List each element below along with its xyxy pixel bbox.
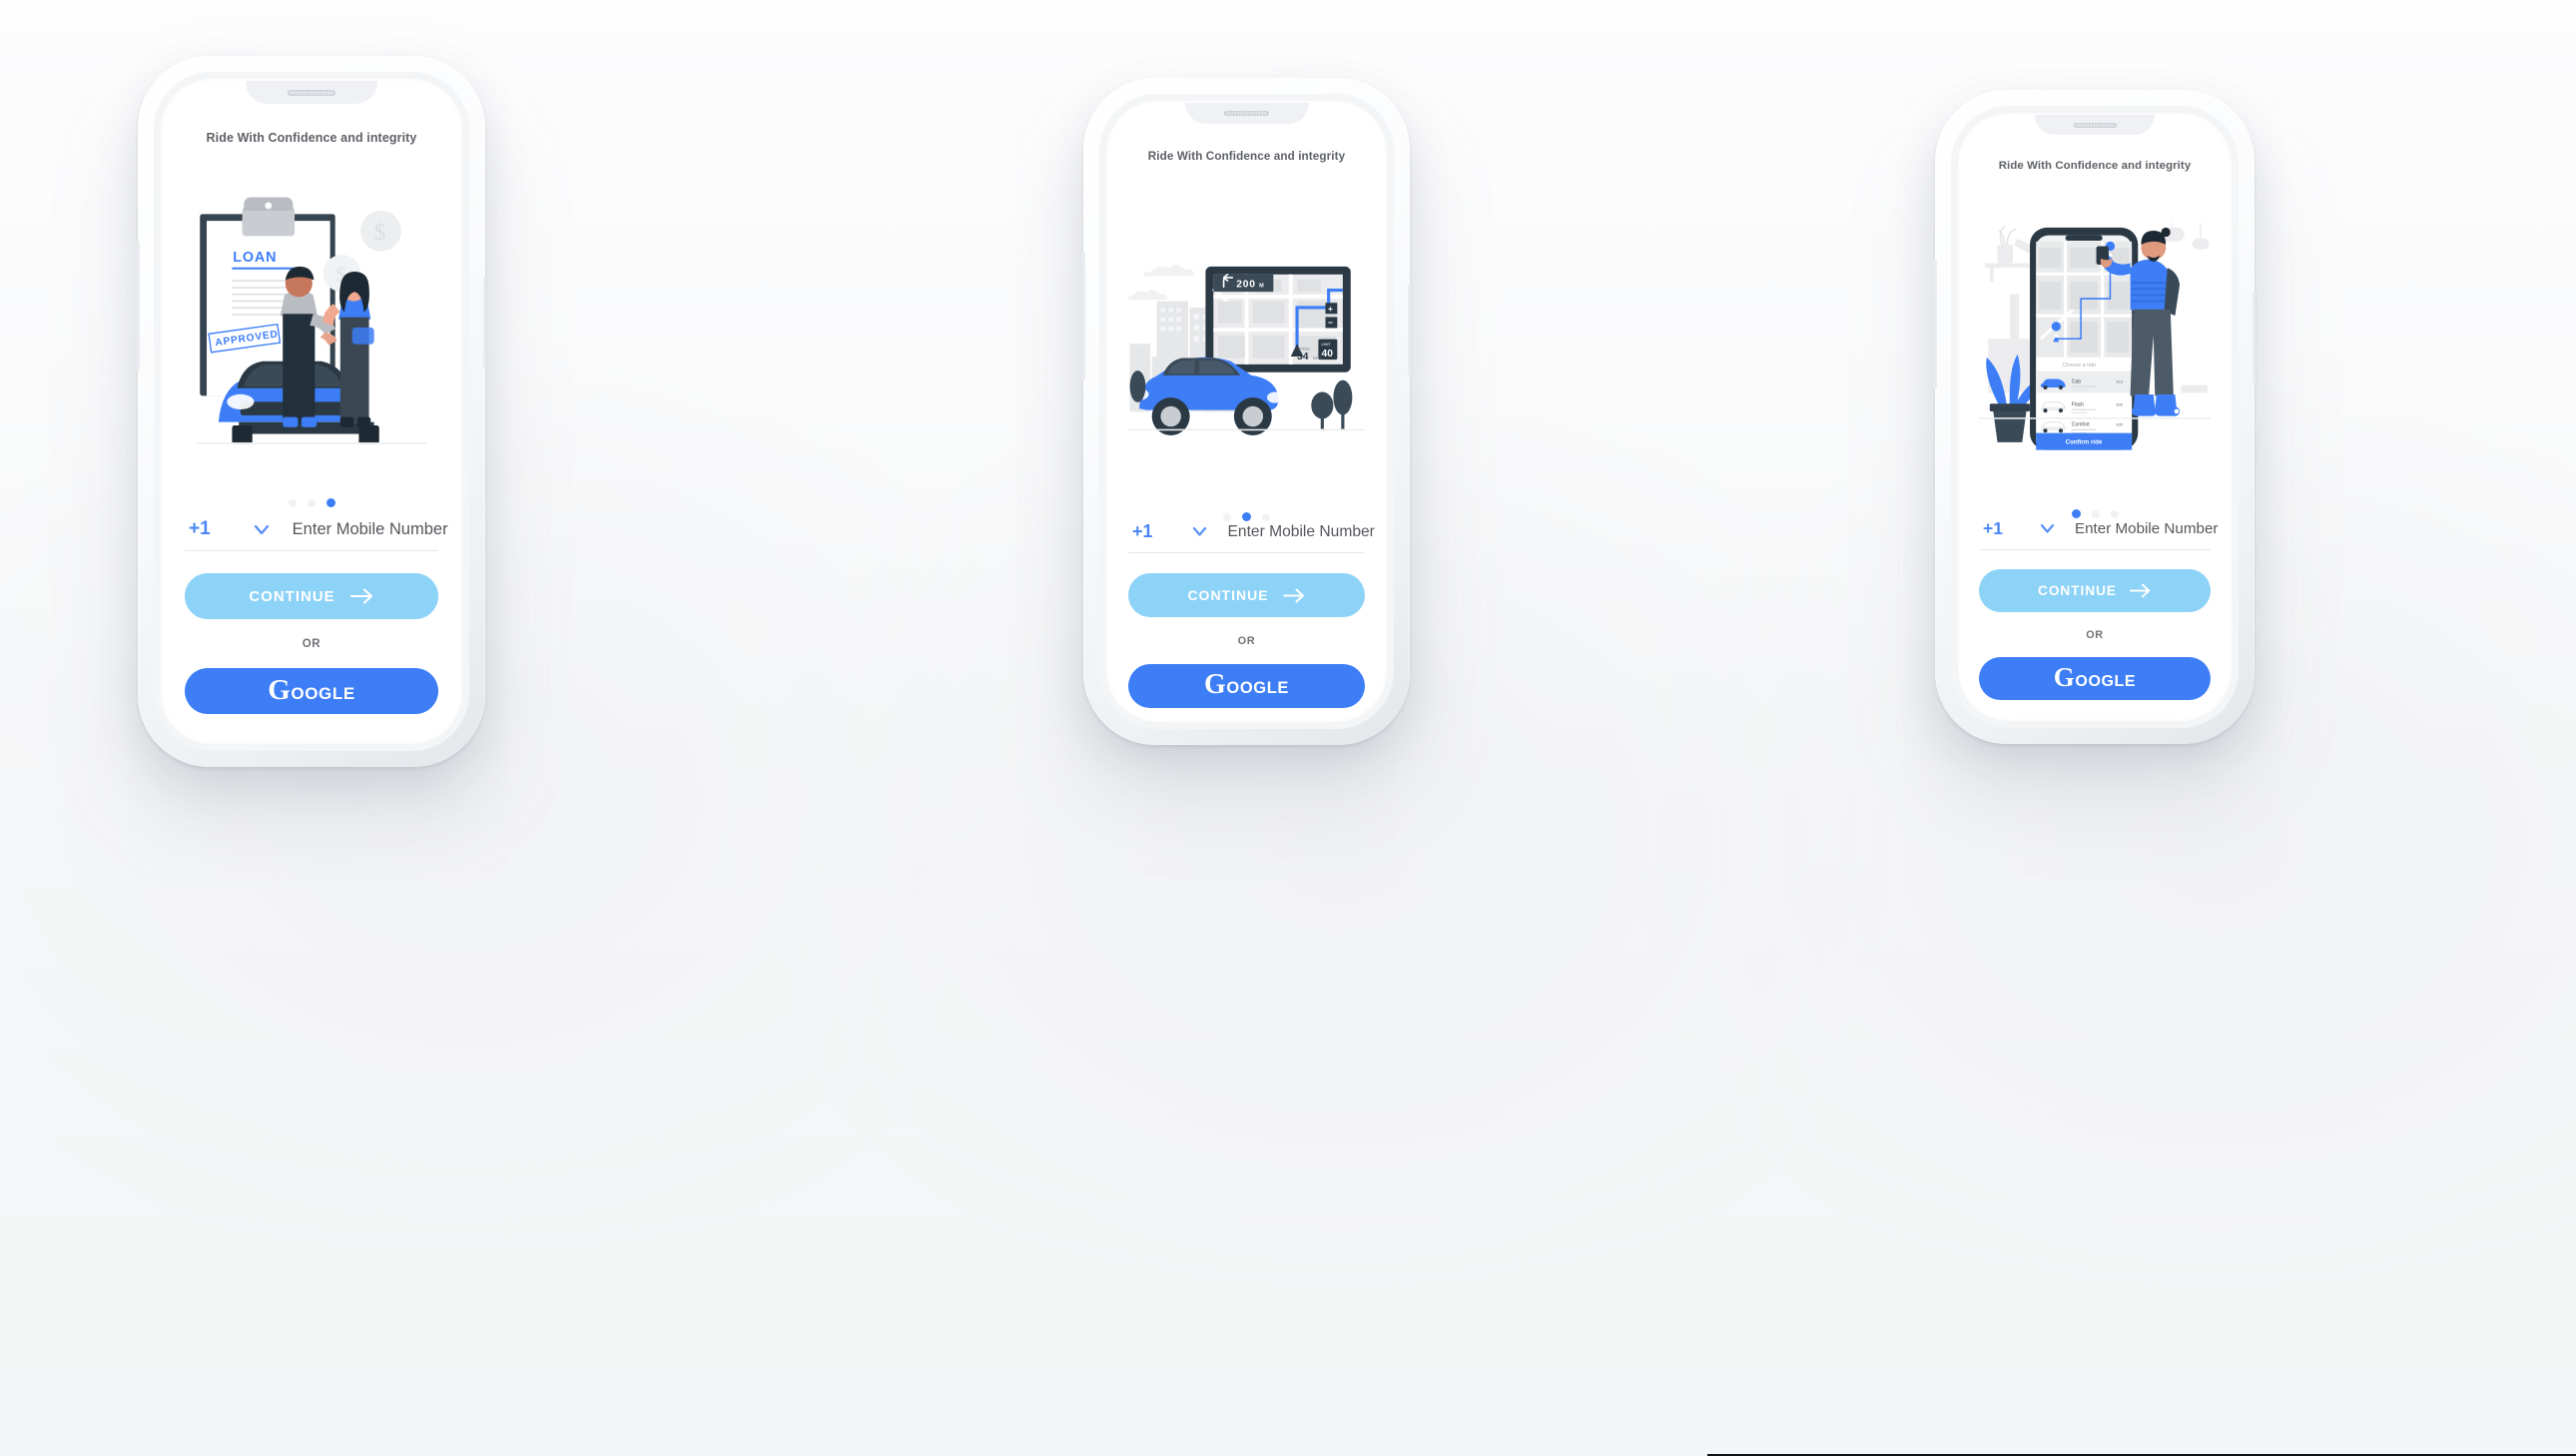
pagination-dots-1[interactable] (185, 498, 438, 507)
phone-screen-2: Ride With Confidence and integrity 200 M… (1108, 103, 1385, 720)
or-divider-1: OR (302, 638, 322, 650)
svg-text:Comfort: Comfort (2072, 422, 2090, 428)
pagination-dots-2[interactable] (1128, 512, 1365, 521)
svg-text:LOAN: LOAN (233, 250, 277, 266)
svg-text:Cab: Cab (2072, 378, 2081, 384)
mobile-number-input-1[interactable]: Enter Mobile Number (293, 520, 448, 539)
google-label: OOGLE (1226, 679, 1289, 697)
svg-text:200: 200 (1236, 279, 1256, 290)
country-code-select-3[interactable]: +1 (1983, 518, 2003, 539)
continue-button-label: CONTINUE (1187, 587, 1269, 603)
phone-notch-3 (2035, 115, 2155, 135)
svg-text:$35: $35 (2117, 403, 2123, 407)
phone-notch-2 (1184, 103, 1309, 124)
pagination-dot[interactable] (1262, 512, 1270, 521)
mobile-field-row-3[interactable]: +1 Enter Mobile Number (1979, 518, 2218, 550)
speaker-grille-icon (2073, 122, 2117, 128)
svg-text:Flash: Flash (2072, 402, 2084, 408)
onboarding-title-2: Ride With Confidence and integrity (1147, 150, 1346, 163)
continue-button-2[interactable]: CONTINUE (1128, 573, 1365, 617)
onboarding-title-1: Ride With Confidence and integrity (206, 131, 417, 145)
mobile-number-input-3[interactable]: Enter Mobile Number (2075, 520, 2219, 537)
mobile-field-row-1[interactable]: +1 Enter Mobile Number (185, 518, 448, 551)
google-logo-icon: G OOGLE (2053, 661, 2137, 692)
illustration-ride-hailing-app: Choose a ride Cab $15 Flash $35 Comfort … (1979, 192, 2211, 501)
chevron-down-icon[interactable] (1192, 527, 1206, 536)
phone-notch-1 (246, 81, 377, 104)
pagination-dot-active[interactable] (1242, 512, 1251, 521)
or-divider-2: OR (1237, 635, 1256, 647)
continue-button-3[interactable]: CONTINUE (1979, 569, 2211, 612)
signin-form-1: +1 Enter Mobile Number CONTINUE OR G OOG… (185, 518, 448, 742)
svg-text:Confirm ride: Confirm ride (2066, 438, 2103, 445)
illustration-car-gps-navigation: 200 M + − LIMIT 40 SPEED 34 MPH (1128, 203, 1365, 502)
google-label: OOGLE (2075, 672, 2137, 690)
svg-text:Choose a ride: Choose a ride (2063, 363, 2097, 368)
svg-text:MPH: MPH (1313, 357, 1321, 361)
phone-screen-1: Ride With Confidence and integrity LOAN (163, 81, 460, 742)
svg-text:SPEED: SPEED (1298, 348, 1310, 352)
pagination-dot-active[interactable] (325, 498, 335, 507)
svg-text:$15: $15 (2117, 379, 2123, 383)
or-divider-3: OR (2086, 629, 2104, 641)
phone-device-3: Ride With Confidence and integrity Choos… (1932, 90, 2257, 744)
arrow-right-icon (349, 588, 374, 604)
continue-button-label: CONTINUE (249, 587, 335, 605)
svg-text:+: + (1328, 304, 1333, 314)
signin-form-3: +1 Enter Mobile Number CONTINUE OR G OOG… (1979, 518, 2218, 719)
google-logo-icon: G OOGLE (1204, 669, 1289, 700)
svg-text:−: − (1328, 318, 1333, 328)
google-g-letter: G (268, 673, 292, 706)
svg-text:$: $ (374, 220, 386, 246)
pagination-dots-3[interactable] (1979, 509, 2211, 518)
google-g-letter: G (2053, 661, 2076, 692)
svg-text:40: 40 (1322, 349, 1334, 360)
phone-bezel-3: Ride With Confidence and integrity Choos… (1951, 106, 2239, 728)
pagination-dot[interactable] (288, 498, 297, 507)
google-logo-icon: G OOGLE (268, 673, 355, 706)
phone-device-1: Ride With Confidence and integrity LOAN (135, 56, 488, 767)
phone-screen-3: Ride With Confidence and integrity Choos… (1960, 115, 2230, 719)
phone-bezel-2: Ride With Confidence and integrity 200 M… (1099, 94, 1394, 729)
pagination-dot-active[interactable] (2071, 509, 2081, 518)
country-code-select-2[interactable]: +1 (1132, 521, 1153, 542)
pagination-dot[interactable] (2091, 509, 2100, 518)
google-signin-button-2[interactable]: G OOGLE (1128, 664, 1365, 708)
speaker-grille-icon (1224, 110, 1269, 117)
google-g-letter: G (1204, 669, 1227, 700)
pagination-dot[interactable] (1223, 512, 1231, 521)
onboarding-title-3: Ride With Confidence and integrity (1998, 160, 2192, 172)
google-signin-button-1[interactable]: G OOGLE (185, 668, 438, 714)
phone-bezel-1: Ride With Confidence and integrity LOAN (154, 72, 469, 751)
arrow-right-icon (2130, 583, 2152, 598)
google-signin-button-3[interactable]: G OOGLE (1979, 657, 2211, 700)
svg-text:$35: $35 (2117, 423, 2123, 427)
country-code-select-1[interactable]: +1 (189, 518, 211, 540)
illustration-loan-approved-car: LOAN APPROVED $ $ (185, 167, 438, 486)
mobile-number-input-2[interactable]: Enter Mobile Number (1228, 523, 1375, 541)
phone-device-2: Ride With Confidence and integrity 200 M… (1080, 78, 1413, 745)
chevron-down-icon[interactable] (254, 524, 269, 534)
svg-text:34: 34 (1297, 352, 1309, 363)
signin-form-2: +1 Enter Mobile Number CONTINUE OR G OOG… (1128, 521, 1375, 720)
pagination-dot[interactable] (2110, 509, 2119, 518)
chevron-down-icon[interactable] (2040, 524, 2054, 533)
svg-text:LIMIT: LIMIT (1322, 343, 1332, 347)
continue-button-label: CONTINUE (2038, 583, 2117, 598)
speaker-grille-icon (288, 89, 335, 96)
svg-text:M: M (1259, 283, 1264, 289)
continue-button-1[interactable]: CONTINUE (185, 573, 438, 619)
pagination-dot[interactable] (307, 498, 316, 507)
mobile-field-row-2[interactable]: +1 Enter Mobile Number (1128, 521, 1375, 553)
arrow-right-icon (1282, 587, 1306, 603)
google-label: OOGLE (291, 683, 355, 703)
